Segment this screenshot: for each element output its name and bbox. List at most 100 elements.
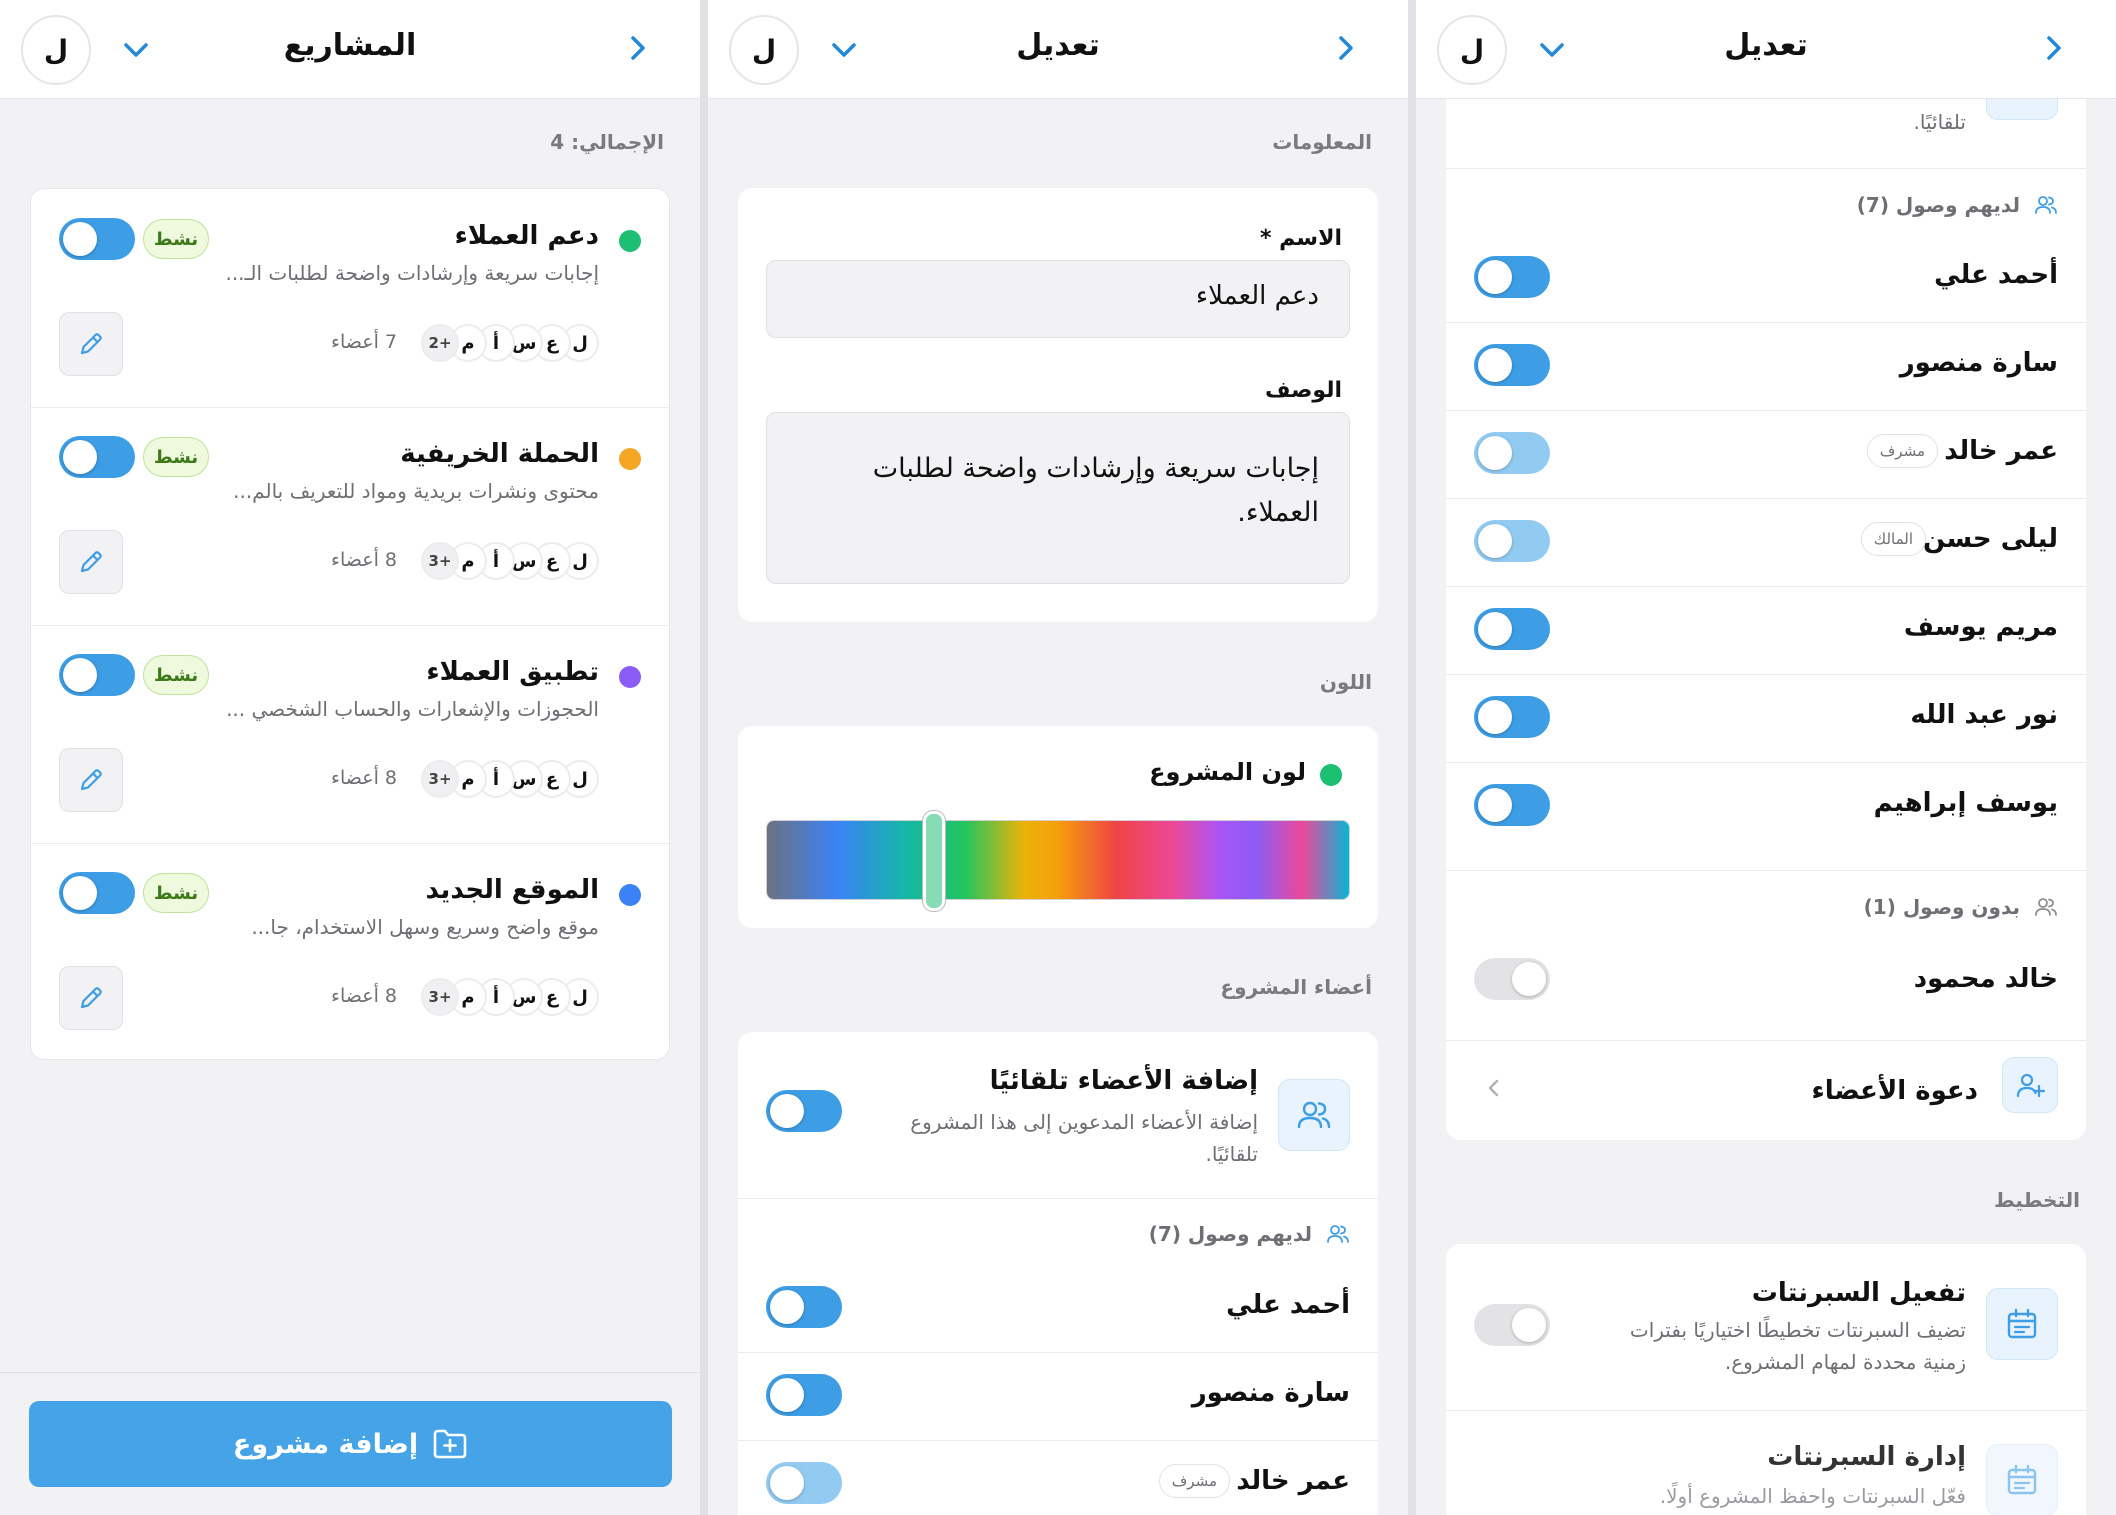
role-badge: المالك xyxy=(1860,522,1926,556)
member-name: أحمد علي xyxy=(1934,260,2058,290)
edit-panel-scrolled: تلقائيًا. لديهم وصول (7) أحمد علي سارة من… xyxy=(1416,0,2116,1515)
divider xyxy=(1446,1040,2086,1041)
member-access-toggle[interactable] xyxy=(1474,520,1550,562)
toggle-knob xyxy=(1478,788,1512,822)
project-name: تطبيق العملاء xyxy=(426,657,599,687)
user-avatar[interactable]: ل xyxy=(729,15,799,85)
calendar-icon xyxy=(2007,1464,2037,1495)
add-project-button[interactable]: إضافة مشروع xyxy=(29,1401,672,1487)
toggle-knob xyxy=(770,1466,804,1500)
member-access-toggle[interactable] xyxy=(1474,696,1550,738)
member-access-toggle[interactable] xyxy=(1474,256,1550,298)
name-input-value: دعم العملاء xyxy=(1195,281,1319,311)
toggle-knob xyxy=(1512,962,1546,996)
edit-project-button[interactable] xyxy=(59,312,123,376)
project-row[interactable]: دعم العملاء إجابات سريعة وإرشادات واضحة ل… xyxy=(31,189,669,407)
description-textarea[interactable]: إجابات سريعة وإرشادات واضحة لطلبات العمل… xyxy=(766,412,1350,584)
toggle-knob xyxy=(770,1290,804,1324)
more-members-count: +2 xyxy=(421,324,459,362)
project-description: إجابات سريعة وإرشادات واضحة لطلبات الـ..… xyxy=(225,261,599,285)
selected-color-dot xyxy=(1320,764,1342,786)
sprints-enable-toggle[interactable] xyxy=(1474,1304,1550,1346)
member-access-toggle[interactable] xyxy=(1474,958,1550,1000)
description-value: إجابات سريعة وإرشادات واضحة لطلبات العمل… xyxy=(872,453,1319,528)
description-label: الوصف xyxy=(1264,378,1342,403)
project-name: الموقع الجديد xyxy=(425,875,599,905)
project-row[interactable]: تطبيق العملاء الحجوزات والإشعارات والحساب… xyxy=(31,625,669,843)
divider xyxy=(1446,1410,2086,1411)
project-description: الحجوزات والإشعارات والحساب الشخصي ... xyxy=(226,697,599,721)
member-name: نور عبد الله xyxy=(1910,700,2058,730)
access-group-label: لديهم وصول (7) xyxy=(1148,1222,1312,1246)
auto-add-title: إضافة الأعضاء تلقائيًا xyxy=(989,1066,1258,1096)
role-badge: مشرف xyxy=(1866,434,1938,468)
project-active-toggle[interactable] xyxy=(59,654,135,696)
project-active-toggle[interactable] xyxy=(59,218,135,260)
total-count: الإجمالي: 4 xyxy=(550,130,664,154)
sprints-manage-title[interactable]: إدارة السبرنتات xyxy=(1767,1442,1966,1472)
chevron-down-icon[interactable] xyxy=(116,32,156,68)
member-name: يوسف إبراهيم xyxy=(1873,788,2058,818)
color-spectrum-slider[interactable] xyxy=(766,811,1350,911)
role-badge: مشرف xyxy=(1158,1464,1230,1498)
name-input[interactable]: دعم العملاء xyxy=(766,260,1350,338)
member-name: سارة منصور xyxy=(1899,348,2058,378)
member-count: 8 أعضاء xyxy=(331,767,397,789)
chevron-down-icon[interactable] xyxy=(824,32,864,68)
project-color-dot xyxy=(619,448,641,470)
pencil-icon xyxy=(80,987,102,1009)
user-avatar[interactable]: ل xyxy=(1437,15,1507,85)
toggle-knob xyxy=(63,222,97,256)
toggle-knob xyxy=(1478,348,1512,382)
status-badge: نشط xyxy=(143,219,209,259)
member-access-toggle[interactable] xyxy=(1474,608,1550,650)
page-title: المشاريع xyxy=(283,28,417,63)
member-name: أحمد علي xyxy=(1226,1290,1350,1320)
sprints-enable-desc-line-1: تضيف السبرنتات تخطيطًا اختياريًا بفترات xyxy=(1629,1318,1966,1342)
member-access-toggle[interactable] xyxy=(1474,344,1550,386)
edit-project-button[interactable] xyxy=(59,530,123,594)
chevron-left-icon[interactable] xyxy=(1482,1074,1506,1102)
more-members-count: +3 xyxy=(421,760,459,798)
member-name: مريم يوسف xyxy=(1903,612,2058,642)
divider xyxy=(31,625,669,626)
divider xyxy=(1446,870,2086,871)
divider xyxy=(1446,586,2086,587)
color-slider-thumb[interactable] xyxy=(923,811,945,911)
edit-project-button[interactable] xyxy=(59,748,123,812)
divider xyxy=(31,407,669,408)
access-group-label: لديهم وصول (7) xyxy=(1856,193,2020,217)
more-members-count: +3 xyxy=(421,978,459,1016)
sprints-enable-desc-line-2: زمنية محددة لمهام المشروع. xyxy=(1724,1350,1966,1374)
member-name: عمر خالد xyxy=(1236,1466,1350,1496)
auto-add-toggle[interactable] xyxy=(766,1090,842,1132)
sprint-manage-icon-box xyxy=(1986,1444,2058,1515)
project-row[interactable]: الحملة الخريفية محتوى ونشرات بريدية ومواد… xyxy=(31,407,669,625)
pencil-icon xyxy=(80,551,102,573)
project-active-toggle[interactable] xyxy=(59,436,135,478)
divider xyxy=(1446,762,2086,763)
project-color-dot xyxy=(619,884,641,906)
edit-project-button[interactable] xyxy=(59,966,123,1030)
users-icon xyxy=(1297,1101,1331,1129)
user-avatar[interactable]: ل xyxy=(21,15,91,85)
member-access-toggle[interactable] xyxy=(1474,784,1550,826)
member-access-toggle[interactable] xyxy=(1474,432,1550,474)
chevron-down-icon[interactable] xyxy=(1532,32,1572,68)
member-access-toggle[interactable] xyxy=(766,1462,842,1504)
toggle-knob xyxy=(63,440,97,474)
invite-members-label[interactable]: دعوة الأعضاء xyxy=(1811,1076,1978,1106)
member-name: عمر خالد xyxy=(1944,436,2058,466)
color-section-label: اللون xyxy=(1319,670,1372,694)
header: تعديل ل xyxy=(708,0,1408,99)
projects-list: دعم العملاء إجابات سريعة وإرشادات واضحة ل… xyxy=(30,188,670,1060)
member-avatars: ل ع س أ م +3 xyxy=(421,978,599,1016)
member-access-toggle[interactable] xyxy=(766,1374,842,1416)
toggle-knob xyxy=(1478,260,1512,294)
member-access-toggle[interactable] xyxy=(766,1286,842,1328)
planning-section-label: التخطيط xyxy=(1993,1188,2080,1212)
users-small-icon xyxy=(2035,196,2057,214)
project-row[interactable]: الموقع الجديد موقع واضح وسريع وسهل الاستخ… xyxy=(31,843,669,1061)
members-icon-box xyxy=(1278,1079,1350,1151)
project-active-toggle[interactable] xyxy=(59,872,135,914)
